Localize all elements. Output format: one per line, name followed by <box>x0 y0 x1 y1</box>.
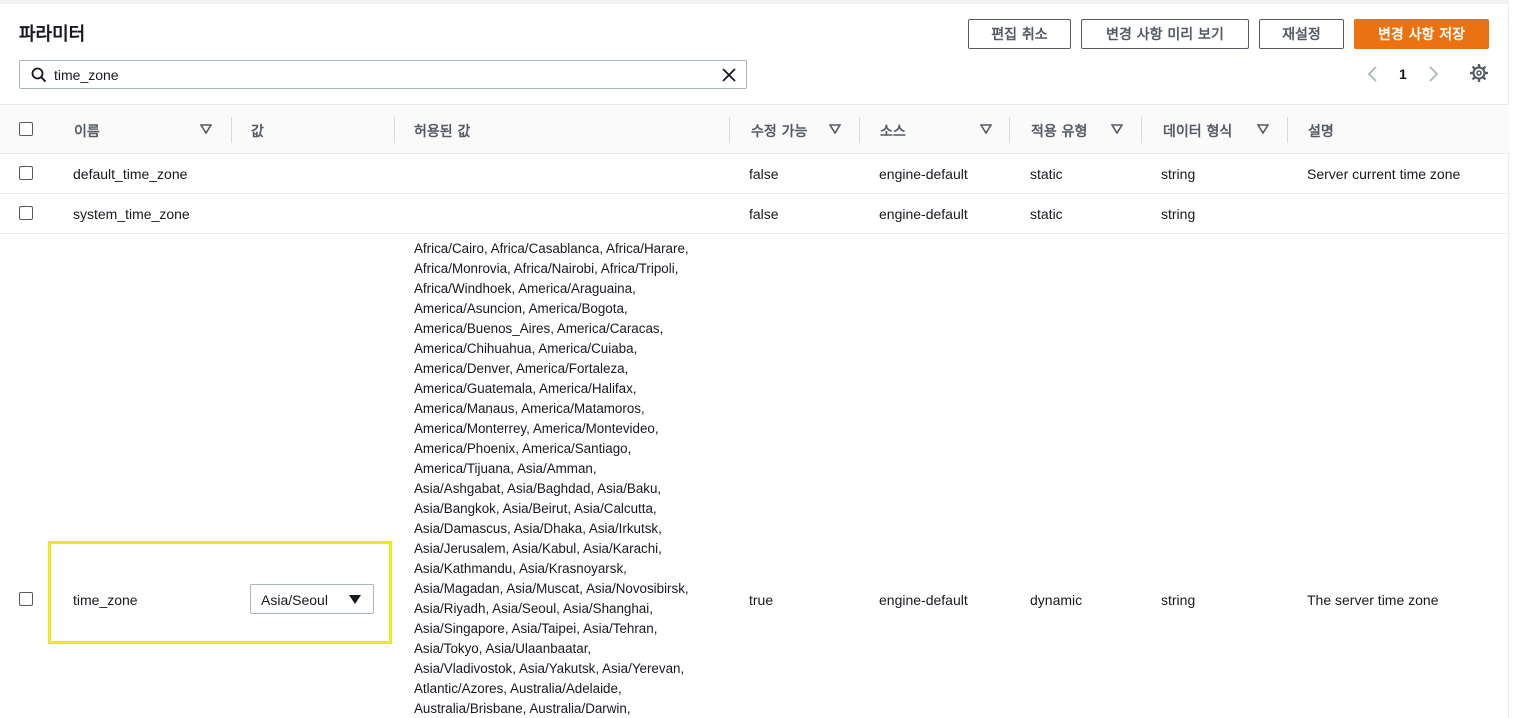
allowed-value-line: Asia/Tokyo, Asia/Ulaanbaatar, <box>414 641 592 656</box>
allowed-value-line: Asia/Ashgabat, Asia/Baghdad, Asia/Baku, <box>414 481 662 496</box>
page-title: 파라미터 <box>19 24 86 44</box>
description-value: Server current time zone <box>1307 166 1461 182</box>
parameter-name: default_time_zone <box>73 166 188 182</box>
apply-type-value: dynamic <box>1030 592 1083 608</box>
column-separator[interactable] <box>1287 117 1288 143</box>
allowed-value-line: Asia/Vladivostok, Asia/Yakutsk, Asia/Yer… <box>414 661 685 676</box>
allowed-value-line: America/Guatemala, America/Halifax, <box>414 381 637 396</box>
allowed-value-line: Australia/Brisbane, Australia/Darwin, <box>414 701 631 716</box>
allowed-value-line: America/Phoenix, America/Santiago, <box>414 441 632 456</box>
allowed-value-line: America/Buenos_Aires, America/Caracas, <box>414 321 664 336</box>
row-checkbox[interactable] <box>19 592 33 606</box>
previous-page-icon[interactable] <box>1366 64 1380 84</box>
allowed-value-line: Africa/Monrovia, Africa/Nairobi, Africa/… <box>414 261 679 276</box>
data-type-value: string <box>1161 166 1196 182</box>
parameters-panel: 파라미터 편집 취소 변경 사항 미리 보기 재설정 변경 사항 저장 time… <box>0 0 1509 718</box>
row-checkbox[interactable] <box>19 166 33 180</box>
save-changes-button[interactable]: 변경 사항 저장 <box>1354 19 1489 49</box>
allowed-value-line: Africa/Windhoek, America/Araguaina, <box>414 281 636 296</box>
clear-icon[interactable] <box>720 66 738 84</box>
allowed-value-line: America/Tijuana, Asia/Amman, <box>414 461 597 476</box>
allowed-value-line: Africa/Cairo, Africa/Casablanca, Africa/… <box>414 241 689 256</box>
allowed-value-line: Asia/Singapore, Asia/Taipei, Asia/Tehran… <box>414 621 658 636</box>
allowed-value-line: Asia/Bangkok, Asia/Beirut, Asia/Calcutta… <box>414 501 657 516</box>
column-separator[interactable] <box>729 117 730 143</box>
sort-caret-icon[interactable] <box>980 124 992 134</box>
column-header-allowed-values[interactable]: 허용된 값 <box>414 121 470 141</box>
panel-top-border <box>0 0 1509 4</box>
column-separator[interactable] <box>859 117 860 143</box>
column-header-apply-type[interactable]: 적용 유형 <box>1031 121 1087 141</box>
description-value: The server time zone <box>1307 592 1439 608</box>
modifiable-value: true <box>749 592 774 608</box>
apply-type-value: static <box>1030 166 1063 182</box>
highlight-box <box>48 541 392 644</box>
table-header: 이름 값 허용된 값 수정 가능 소스 적용 유형 데이터 형식 설명 <box>0 104 1509 154</box>
current-page-number[interactable]: 1 <box>1399 66 1407 86</box>
column-header-description[interactable]: 설명 <box>1308 121 1334 141</box>
allowed-value-line: America/Manaus, America/Matamoros, <box>414 401 645 416</box>
column-header-name[interactable]: 이름 <box>74 121 100 141</box>
allowed-value-line: Asia/Riyadh, Asia/Seoul, Asia/Shanghai, <box>414 601 653 616</box>
source-value: engine-default <box>879 592 968 608</box>
preview-changes-button[interactable]: 변경 사항 미리 보기 <box>1081 19 1249 49</box>
data-type-value: string <box>1161 592 1196 608</box>
row-checkbox[interactable] <box>19 206 33 220</box>
column-separator[interactable] <box>231 117 232 143</box>
table-row: system_time_zone false engine-default st… <box>0 194 1509 234</box>
next-page-icon[interactable] <box>1426 64 1440 84</box>
select-all-checkbox[interactable] <box>19 122 33 136</box>
search-icon <box>31 67 47 83</box>
source-value: engine-default <box>879 206 968 222</box>
sort-caret-icon[interactable] <box>1257 124 1269 134</box>
column-header-value[interactable]: 값 <box>251 121 264 141</box>
allowed-value-line: Atlantic/Azores, Australia/Adelaide, <box>414 681 622 696</box>
column-separator[interactable] <box>394 117 395 143</box>
cancel-edit-button[interactable]: 편집 취소 <box>968 19 1071 49</box>
column-separator[interactable] <box>1009 117 1010 143</box>
allowed-value-line: Asia/Damascus, Asia/Dhaka, Asia/Irkutsk, <box>414 521 662 536</box>
table-row: default_time_zone false engine-default s… <box>0 154 1509 194</box>
allowed-value-line: Asia/Magadan, Asia/Muscat, Asia/Novosibi… <box>414 581 689 596</box>
column-header-data-type[interactable]: 데이터 형식 <box>1163 121 1232 141</box>
sort-caret-icon[interactable] <box>829 124 841 134</box>
parameter-name: system_time_zone <box>73 206 190 222</box>
data-type-value: string <box>1161 206 1196 222</box>
column-separator[interactable] <box>1141 117 1142 143</box>
allowed-value-line: Asia/Kathmandu, Asia/Krasnoyarsk, <box>414 561 627 576</box>
settings-gear-icon[interactable] <box>1470 64 1488 82</box>
allowed-value-line: America/Monterrey, America/Montevideo, <box>414 421 659 436</box>
allowed-value-line: Asia/Jerusalem, Asia/Kabul, Asia/Karachi… <box>414 541 662 556</box>
modifiable-value: false <box>749 206 779 222</box>
allowed-values-list: Africa/Cairo, Africa/Casablanca, Africa/… <box>414 239 724 718</box>
search-input[interactable]: time_zone <box>19 60 747 89</box>
reset-button[interactable]: 재설정 <box>1259 19 1344 49</box>
search-input-value[interactable]: time_zone <box>54 67 119 83</box>
sort-caret-icon[interactable] <box>200 124 212 134</box>
sort-caret-icon[interactable] <box>1111 124 1123 134</box>
modifiable-value: false <box>749 166 779 182</box>
apply-type-value: static <box>1030 206 1063 222</box>
allowed-value-line: America/Chihuahua, America/Cuiaba, <box>414 341 638 356</box>
allowed-value-line: America/Asuncion, America/Bogota, <box>414 301 628 316</box>
source-value: engine-default <box>879 166 968 182</box>
allowed-value-line: America/Denver, America/Fortaleza, <box>414 361 629 376</box>
column-header-source[interactable]: 소스 <box>880 121 906 141</box>
column-header-modifiable[interactable]: 수정 가능 <box>751 121 807 141</box>
